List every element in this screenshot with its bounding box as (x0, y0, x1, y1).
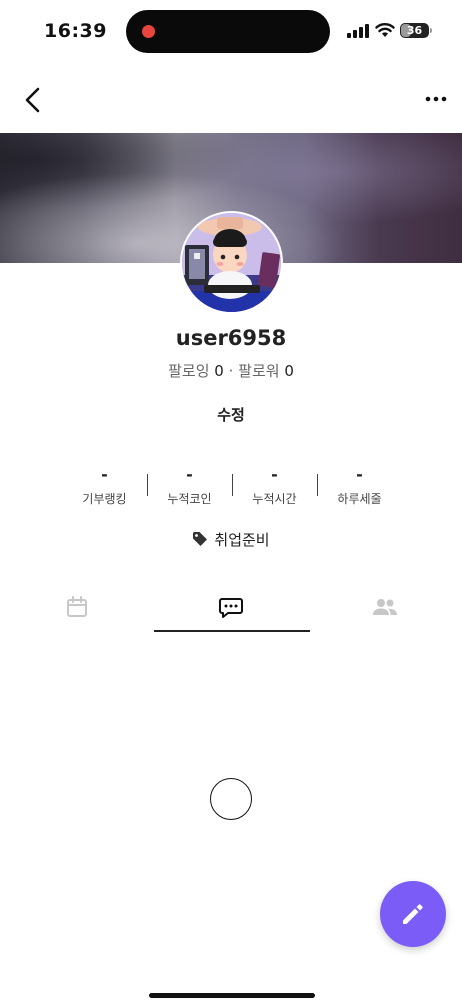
username: user6958 (175, 326, 287, 350)
stat-label: 하루세줄 (337, 492, 382, 506)
more-horizontal-icon (425, 96, 447, 102)
cellular-signal-icon (347, 24, 369, 38)
tab-posts[interactable] (154, 583, 308, 631)
battery-percent: 36 (406, 24, 423, 37)
chevron-left-icon (25, 87, 40, 113)
interest-tag[interactable]: 취업준비 (0, 529, 462, 550)
followers-count: 0 (284, 362, 294, 380)
followers-label: 팔로워 (238, 362, 280, 380)
calendar-icon (67, 596, 87, 617)
tag-icon (193, 532, 208, 546)
tab-followers[interactable] (308, 583, 462, 631)
chat-bubble-icon (219, 598, 243, 618)
follow-separator: · (228, 362, 234, 380)
stat-value: - (271, 465, 278, 484)
loading-spinner (210, 778, 252, 820)
home-indicator[interactable] (149, 993, 315, 998)
following-count: 0 (214, 362, 224, 380)
tab-calendar[interactable] (0, 583, 154, 631)
stat-total-coins[interactable]: - 누적코인 (147, 466, 232, 510)
edit-profile-button[interactable]: 수정 (181, 398, 281, 432)
wifi-icon (375, 23, 395, 37)
stats-row: - 기부랭킹 - 누적코인 - 누적시간 - 하루세줄 (62, 466, 402, 510)
stat-value: - (101, 465, 108, 484)
battery-icon: 36 (400, 23, 429, 38)
profile-tabs (0, 583, 462, 633)
more-options-button[interactable] (424, 90, 448, 108)
stat-total-time[interactable]: - 누적시간 (232, 466, 317, 510)
avatar[interactable] (182, 213, 281, 312)
following-link[interactable]: 팔로잉 0 (168, 362, 224, 380)
followers-link[interactable]: 팔로워 0 (238, 362, 294, 380)
stat-donation-ranking[interactable]: - 기부랭킹 (62, 466, 147, 510)
battery-nub (430, 28, 432, 33)
back-button[interactable] (20, 84, 48, 116)
people-icon (373, 599, 397, 615)
follow-counts: 팔로잉 0 · 팔로워 0 (0, 360, 462, 381)
dynamic-island (126, 10, 330, 53)
pencil-icon (403, 904, 423, 924)
stat-label: 기부랭킹 (82, 492, 127, 506)
recording-dot-icon (142, 25, 155, 38)
following-label: 팔로잉 (168, 362, 210, 380)
stat-label: 누적코인 (167, 492, 212, 506)
stat-daily-three-lines[interactable]: - 하루세줄 (317, 466, 402, 510)
avatar-illustration (182, 213, 281, 312)
status-time: 16:39 (44, 20, 107, 42)
write-post-button[interactable] (380, 881, 446, 947)
interest-tag-label: 취업준비 (214, 531, 270, 549)
active-tab-indicator (154, 630, 310, 632)
status-bar: 16:39 36 (0, 0, 462, 62)
stat-label: 누적시간 (252, 492, 297, 506)
stat-value: - (186, 465, 193, 484)
stat-value: - (356, 465, 363, 484)
